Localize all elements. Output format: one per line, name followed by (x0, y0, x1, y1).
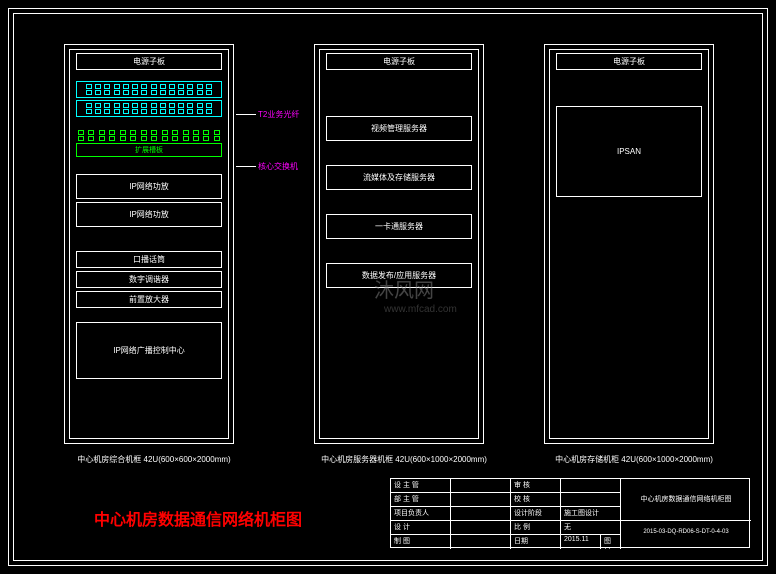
cab1-u3: 口播话筒 (76, 251, 222, 268)
cab2-caption: 中心机房服务器机框 42U(600×1000×2000mm) (304, 454, 504, 465)
inner-frame: 电源子板 扩展槽板 IP网络功放 IP网络功放 口播话筒 数字调谐器 前置放大器… (13, 13, 763, 561)
tb-r1c1: 设 主 管 (391, 479, 451, 493)
tb-r3c2: 设计阶段 (511, 507, 561, 521)
cabinet-2-inner: 电源子板 视频管理服务器 流媒体及存储服务器 一卡通服务器 数据发布/应用服务器 (319, 49, 479, 439)
patch-panel-1 (76, 81, 222, 98)
tb-r5c4: 图号 (601, 535, 621, 549)
annotation-1: T2业务光纤 (258, 109, 299, 120)
cab1-caption: 中心机房综合机框 42U(600×600×2000mm) (54, 454, 254, 465)
cab1-u1: IP网络功放 (76, 174, 222, 199)
cab1-u6: IP网络广播控制中心 (76, 322, 222, 379)
tb-r3c1: 项目负责人 (391, 507, 451, 521)
cab1-u5: 前置放大器 (76, 291, 222, 308)
tb-r1c2: 审 核 (511, 479, 561, 493)
tb-r5c2: 日期 (511, 535, 561, 549)
annotation-2: 核心交换机 (258, 161, 298, 172)
cabinet-3-inner: 电源子板 IPSAN (549, 49, 709, 439)
cab2-u3: 数据发布/应用服务器 (326, 263, 472, 288)
tb-r4c2: 比 例 (511, 521, 561, 535)
cab1-u4: 数字调谐器 (76, 271, 222, 288)
tb-r5c1: 制 图 (391, 535, 451, 549)
cab2-u1: 流媒体及存储服务器 (326, 165, 472, 190)
drawing-title: 中心机房数据通信网络机柜图 (94, 506, 302, 530)
tb-r5c3: 2015.11 (561, 535, 601, 549)
tb-r1c1v (451, 479, 511, 493)
tb-r2c2: 校 核 (511, 493, 561, 507)
cab2-u2: 一卡通服务器 (326, 214, 472, 239)
cabinet-2: 电源子板 视频管理服务器 流媒体及存储服务器 一卡通服务器 数据发布/应用服务器 (314, 44, 484, 444)
switch-row-1 (76, 130, 222, 135)
switch-row-2 (76, 136, 222, 141)
cab3-caption: 中心机房存储机柜 42U(600×1000×2000mm) (534, 454, 734, 465)
cabinet-1-inner: 电源子板 扩展槽板 IP网络功放 IP网络功放 口播话筒 数字调谐器 前置放大器… (69, 49, 229, 439)
expansion-slot: 扩展槽板 (76, 143, 222, 157)
tb-name: 中心机房数据通信网络机柜图 (621, 479, 751, 521)
cab3-header: 电源子板 (556, 53, 702, 70)
cabinet-1: 电源子板 扩展槽板 IP网络功放 IP网络功放 口播话筒 数字调谐器 前置放大器… (64, 44, 234, 444)
cab1-header: 电源子板 (76, 53, 222, 70)
tb-r4c3: 无 (561, 521, 621, 535)
tb-code: 2015-03-DQ-RD06-S-DT-0-4-03 (621, 521, 751, 549)
watermark-url: www.mfcad.com (384, 304, 457, 315)
tb-r2c1: 部 主 管 (391, 493, 451, 507)
cab1-u2: IP网络功放 (76, 202, 222, 227)
tb-r3c3: 施工图设计 (561, 507, 621, 521)
patch-panel-2 (76, 100, 222, 117)
tb-r4c1: 设 计 (391, 521, 451, 535)
tb-r1c2v (561, 479, 621, 493)
cab2-u0: 视频管理服务器 (326, 116, 472, 141)
leader-1 (236, 114, 256, 115)
title-block: 设 主 管 审 核 部 主 管 校 核 项目负责人 设计阶段 施工图设计 设 计… (390, 478, 750, 548)
cabinet-3: 电源子板 IPSAN (544, 44, 714, 444)
outer-frame: 电源子板 扩展槽板 IP网络功放 IP网络功放 口播话筒 数字调谐器 前置放大器… (8, 8, 768, 566)
cab2-header: 电源子板 (326, 53, 472, 70)
leader-2 (236, 166, 256, 167)
cab3-main: IPSAN (556, 106, 702, 197)
